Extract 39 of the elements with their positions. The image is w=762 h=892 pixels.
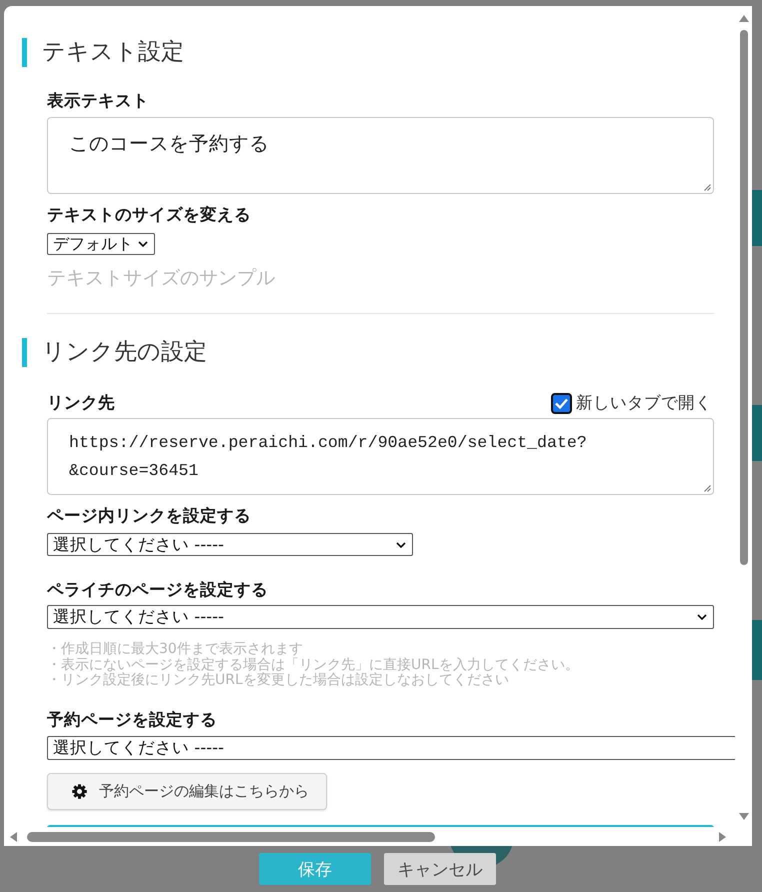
checkbox[interactable]: [551, 392, 572, 414]
chevron-down-icon: [697, 614, 707, 620]
help-note: ・作成日順に最大30件まで表示されます: [47, 642, 304, 657]
backdrop-panel: [752, 405, 762, 461]
chevron-down-icon: [138, 241, 148, 247]
backdrop-panel: [752, 190, 762, 246]
resize-grip-icon[interactable]: [704, 184, 711, 191]
scroll-right-arrow-icon[interactable]: [719, 832, 726, 842]
reservation-dropdown[interactable]: 選択してください -----: [47, 736, 735, 760]
size-sample-text: テキストサイズのサンプル: [47, 266, 276, 290]
size-dropdown[interactable]: デフォルト: [47, 233, 155, 255]
field-label: テキストのサイズを変える: [47, 205, 252, 225]
backdrop-panel: [752, 620, 762, 680]
section-accent-bar: [22, 38, 27, 67]
section-title: テキスト設定: [42, 38, 184, 67]
field-label: ページ内リンクを設定する: [47, 506, 252, 526]
checkbox-label[interactable]: 新しいタブで開く: [576, 392, 712, 414]
text-input-field[interactable]: このコースを予約する: [47, 117, 714, 194]
field-label: 表示テキスト: [47, 91, 150, 111]
edit-reservation-button[interactable]: 予約ページの編集はこちらから: [47, 772, 327, 810]
help-note: ・表示にないページを設定する場合は「リンク先」に直接URLを入力してください。: [47, 658, 580, 672]
chevron-down-icon: [396, 542, 406, 548]
cancel-button[interactable]: キャンセル: [384, 853, 496, 885]
section-title: リンク先の設定: [42, 338, 207, 367]
scroll-up-arrow-icon[interactable]: [738, 15, 748, 22]
field-label: ペライチのページを設定する: [47, 580, 269, 600]
section-accent-bar: [22, 338, 27, 367]
url-input-field[interactable]: https://reserve.peraichi.com/r/90ae52e0/select_date?&course=36451: [47, 418, 714, 495]
resize-grip-icon[interactable]: [704, 485, 711, 492]
page-dropdown[interactable]: 選択してください -----: [47, 605, 714, 629]
scroll-down-arrow-icon[interactable]: [738, 813, 748, 820]
scrollbar-thumb[interactable]: [740, 30, 748, 565]
anchor-dropdown[interactable]: 選択してください -----: [47, 533, 413, 556]
scroll-left-arrow-icon[interactable]: [10, 832, 17, 842]
field-label: リンク先: [47, 393, 115, 413]
scrollbar-thumb[interactable]: [27, 832, 435, 842]
gear-icon: [72, 784, 87, 798]
help-note: ・リンク設定後にリンク先URLを変更した場合は設定しなおしてください: [47, 673, 510, 688]
field-label: 予約ページを設定する: [47, 710, 218, 730]
